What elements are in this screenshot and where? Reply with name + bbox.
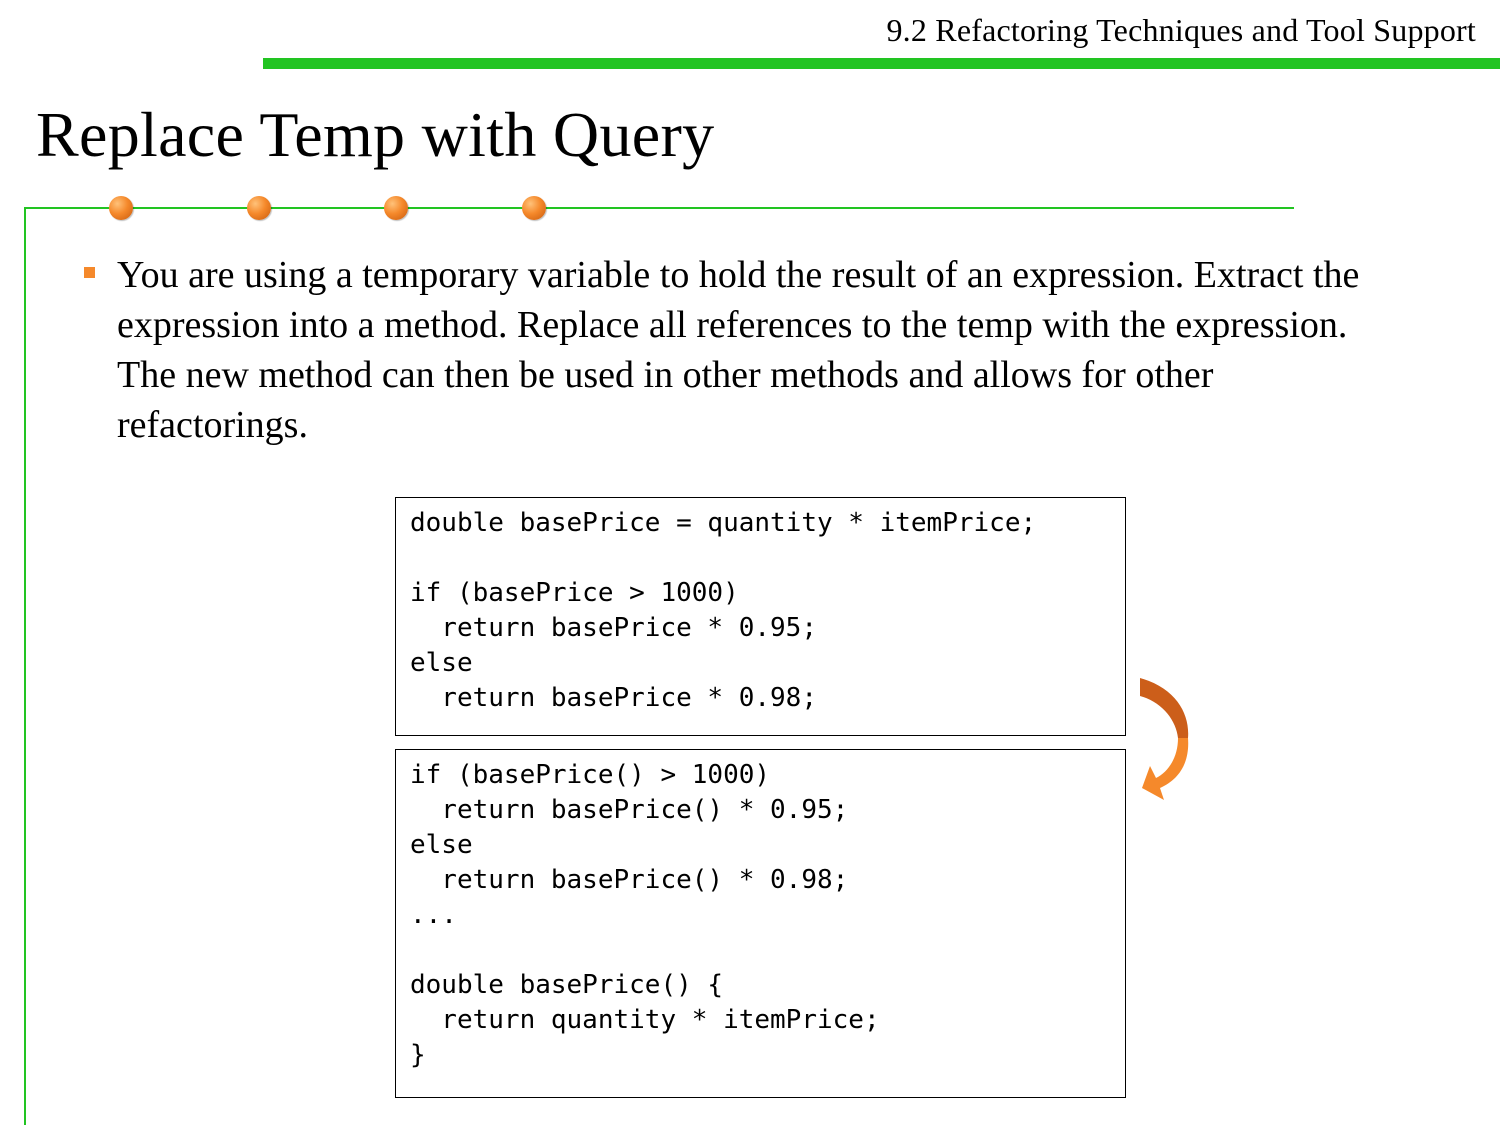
bullet-square-icon <box>84 267 95 278</box>
code-line: if (basePrice() > 1000) <box>410 760 771 790</box>
title-dot-icon <box>247 196 271 220</box>
left-margin-rule <box>24 207 26 1125</box>
code-line: ... <box>410 900 457 930</box>
title-dot-icon <box>522 196 546 220</box>
code-line: else <box>410 648 473 678</box>
code-line: if (basePrice > 1000) <box>410 578 739 608</box>
arrow-lower-half <box>1142 738 1189 800</box>
title-underline <box>24 207 1294 209</box>
code-after-box: if (basePrice() > 1000) return basePrice… <box>395 749 1126 1098</box>
code-line: return quantity * itemPrice; <box>410 1005 880 1035</box>
code-line: else <box>410 830 473 860</box>
header-rule <box>263 58 1500 69</box>
curved-arrow-down-icon <box>1140 678 1189 800</box>
code-line: } <box>410 1040 426 1070</box>
title-dot-icon <box>109 196 133 220</box>
bullet-list: You are using a temporary variable to ho… <box>82 250 1412 450</box>
bullet-item: You are using a temporary variable to ho… <box>82 250 1412 450</box>
code-before-box: double basePrice = quantity * itemPrice;… <box>395 497 1126 736</box>
section-header: 9.2 Refactoring Techniques and Tool Supp… <box>886 12 1476 48</box>
arrow-upper-half <box>1140 678 1189 738</box>
code-line: return basePrice * 0.98; <box>410 683 817 713</box>
bullet-text: You are using a temporary variable to ho… <box>117 254 1360 446</box>
code-line: return basePrice * 0.95; <box>410 613 817 643</box>
title-dot-icon <box>384 196 408 220</box>
code-line: return basePrice() * 0.95; <box>410 795 849 825</box>
code-line: return basePrice() * 0.98; <box>410 865 849 895</box>
code-line: double basePrice = quantity * itemPrice; <box>410 508 1037 538</box>
code-line: double basePrice() { <box>410 970 724 1000</box>
slide-title: Replace Temp with Query <box>36 99 715 170</box>
